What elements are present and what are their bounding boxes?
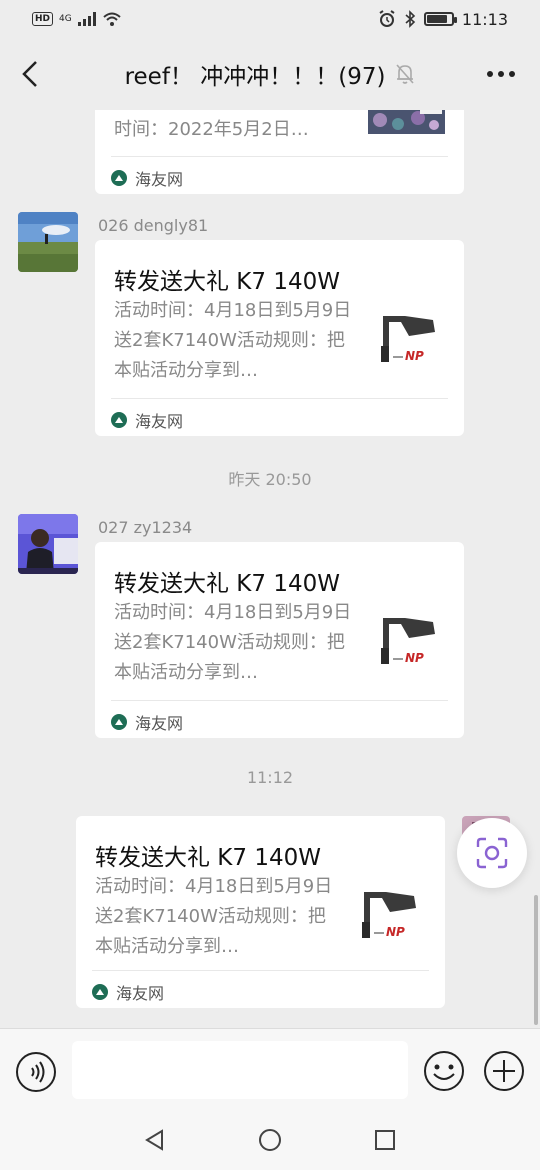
triangle-back-icon bbox=[145, 1129, 163, 1151]
svg-text:NP: NP bbox=[405, 349, 424, 363]
card-description: 活动时间：4月18日到5月9日送2套K7140W活动规则：把本贴活动分享到… bbox=[114, 300, 352, 381]
card-source-label: 海友网 bbox=[135, 170, 184, 189]
chat-area[interactable]: 时间：2022年5月2日… 海友网 026 dengly81 转发送大礼 K7 … bbox=[0, 110, 540, 1028]
svg-text:NP: NP bbox=[405, 651, 424, 665]
link-card[interactable]: 转发送大礼 K7 140W 活动时间：4月18日到5月9日送2套K7140W活动… bbox=[95, 240, 464, 436]
avatar[interactable] bbox=[18, 212, 78, 272]
bluetooth-icon bbox=[405, 10, 416, 28]
source-logo-icon bbox=[111, 170, 127, 186]
card-source: 海友网 bbox=[111, 408, 183, 432]
hd-badge: HD bbox=[32, 12, 54, 26]
voice-button[interactable] bbox=[15, 1051, 57, 1093]
chat-timestamp: 昨天 20:50 bbox=[228, 470, 312, 489]
status-left: HD 4G bbox=[32, 11, 122, 27]
title-wrap: reef！ 冲冲冲！！！(97) bbox=[125, 57, 416, 91]
message-input[interactable] bbox=[72, 1041, 408, 1099]
circle-home-icon bbox=[259, 1129, 281, 1151]
avatar[interactable] bbox=[18, 514, 78, 574]
signal-icon bbox=[77, 12, 96, 26]
card-divider bbox=[111, 398, 448, 399]
sender-name: 026 dengly81 bbox=[98, 216, 209, 235]
card-description: 活动时间：4月18日到5月9日送2套K7140W活动规则：把本贴活动分享到… bbox=[95, 876, 333, 957]
more-button[interactable] bbox=[484, 60, 518, 88]
card-description: 活动时间：4月18日到5月9日送2套K7140W活动规则：把本贴活动分享到… bbox=[114, 602, 352, 683]
plus-circle-icon bbox=[484, 1051, 524, 1091]
emoji-button[interactable] bbox=[422, 1049, 466, 1093]
card-title: 转发送大礼 K7 140W bbox=[95, 845, 321, 871]
card-divider bbox=[111, 700, 448, 701]
nav-home-button[interactable] bbox=[258, 1128, 282, 1152]
source-logo-icon bbox=[92, 984, 108, 1000]
card-title: 转发送大礼 K7 140W bbox=[114, 269, 340, 295]
card-source-label: 海友网 bbox=[135, 714, 184, 733]
card-thumbnail: NP bbox=[356, 884, 428, 956]
nav-recents-button[interactable] bbox=[373, 1128, 397, 1152]
chat-title: reef！ 冲冲冲！！！(97) bbox=[124, 64, 386, 90]
card-divider bbox=[111, 156, 448, 157]
back-button[interactable] bbox=[12, 52, 48, 96]
card-source: 海友网 bbox=[92, 980, 164, 1004]
alarm-icon bbox=[379, 10, 395, 27]
battery-icon bbox=[423, 12, 457, 26]
more-actions-button[interactable] bbox=[482, 1049, 526, 1093]
chevron-left-icon bbox=[22, 61, 37, 87]
nav-back-button[interactable] bbox=[143, 1128, 167, 1152]
source-logo-icon bbox=[111, 714, 127, 730]
card-source: 海友网 bbox=[111, 710, 183, 734]
input-bar bbox=[0, 1028, 540, 1110]
floating-scan-button[interactable] bbox=[457, 818, 527, 888]
card-source: 海友网 bbox=[111, 166, 183, 190]
clock: 11:13 bbox=[461, 9, 508, 29]
chat-timestamp: 11:12 bbox=[246, 768, 294, 787]
system-nav-bar bbox=[0, 1110, 540, 1170]
status-right: 11:13 bbox=[378, 10, 508, 29]
card-description: 时间：2022年5月2日… bbox=[114, 119, 309, 140]
link-card[interactable]: 转发送大礼 K7 140W 活动时间：4月18日到5月9日送2套K7140W活动… bbox=[76, 816, 445, 1008]
card-title: 转发送大礼 K7 140W bbox=[114, 571, 340, 597]
title-bar: reef！ 冲冲冲！！！(97) bbox=[0, 38, 540, 110]
bell-off-icon bbox=[396, 64, 415, 84]
card-thumbnail: NP bbox=[375, 610, 447, 682]
card-source-label: 海友网 bbox=[116, 984, 165, 1003]
card-thumbnail bbox=[368, 110, 445, 134]
card-source-label: 海友网 bbox=[135, 412, 184, 431]
scrollbar-thumb[interactable] bbox=[534, 895, 538, 1025]
scan-icon bbox=[476, 837, 508, 869]
emoji-icon bbox=[424, 1051, 464, 1091]
status-bar: HD 4G 11:13 bbox=[0, 0, 540, 38]
link-card[interactable]: 转发送大礼 K7 140W 活动时间：4月18日到5月9日送2套K7140W活动… bbox=[95, 542, 464, 738]
ellipsis-icon bbox=[487, 71, 515, 77]
link-card[interactable]: 时间：2022年5月2日… 海友网 bbox=[95, 110, 464, 194]
source-logo-icon bbox=[111, 412, 127, 428]
card-divider bbox=[92, 970, 429, 971]
square-recents-icon bbox=[375, 1130, 395, 1150]
wifi-icon bbox=[103, 12, 121, 26]
voice-icon bbox=[16, 1052, 56, 1092]
card-thumbnail: NP bbox=[375, 308, 447, 380]
network-type: 4G bbox=[59, 14, 72, 24]
svg-text:NP: NP bbox=[386, 925, 405, 939]
sender-name: 027 zy1234 bbox=[98, 518, 193, 537]
